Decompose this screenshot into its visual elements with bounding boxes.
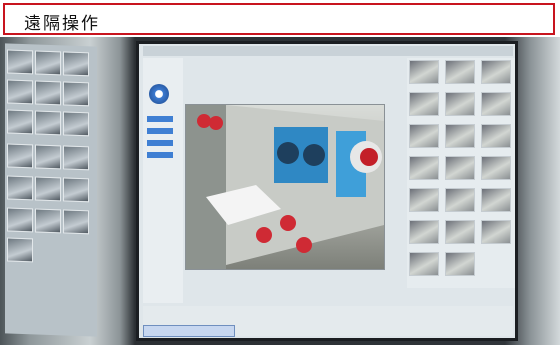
camera-thumbnail-icon[interactable] — [445, 60, 475, 84]
center-monitor-screen — [136, 41, 518, 341]
camera-thumbnail-icon — [63, 177, 89, 203]
camera-thumbnail-icon[interactable] — [481, 60, 511, 84]
camera-thumbnail-icon[interactable] — [445, 124, 475, 148]
camera-thumbnail-icon — [7, 49, 33, 75]
camera-thumbnail-icon — [35, 208, 61, 234]
camera-thumbnail-icon[interactable] — [481, 156, 511, 180]
camera-thumbnail-icon — [35, 176, 61, 202]
camera-thumbnail-icon[interactable] — [409, 124, 439, 148]
camera-thumbnail-icon[interactable] — [445, 188, 475, 212]
camera-thumbnail-icon[interactable] — [481, 220, 511, 244]
camera-thumbnail-icon[interactable] — [409, 252, 439, 276]
control-button[interactable] — [147, 128, 173, 134]
control-button[interactable] — [147, 116, 173, 122]
camera-thumbnail-icon — [35, 80, 61, 106]
left-monitor-thumbnail-grid — [5, 43, 97, 337]
camera-thumbnail-icon — [7, 109, 33, 135]
page-title: 遠隔操作 — [24, 14, 100, 34]
camera-thumbnail-icon — [7, 79, 33, 105]
menu-bar — [143, 46, 513, 56]
camera-thumbnail-icon — [7, 237, 33, 263]
camera-thumbnail-icon[interactable] — [481, 188, 511, 212]
laundromat-scene — [186, 105, 384, 269]
camera-thumbnail-icon — [63, 81, 89, 107]
camera-thumbnail-icon — [63, 51, 89, 77]
camera-thumbnail-icon[interactable] — [445, 220, 475, 244]
camera-thumbnail-icon — [63, 111, 89, 137]
camera-thumbnail-icon — [63, 145, 89, 171]
camera-thumbnail-icon[interactable] — [445, 252, 475, 276]
camera-thumbnail-icon[interactable] — [445, 156, 475, 180]
camera-thumbnail-icon — [35, 50, 61, 76]
camera-thumbnail-icon — [35, 144, 61, 170]
camera-thumbnail-icon[interactable] — [481, 124, 511, 148]
camera-thumbnail-icon[interactable] — [409, 92, 439, 116]
control-button[interactable] — [147, 152, 173, 158]
ptz-control-icon[interactable] — [149, 84, 169, 104]
camera-thumbnail-icon — [35, 110, 61, 136]
camera-thumbnail-icon — [63, 209, 89, 235]
camera-thumbnail-icon — [7, 207, 33, 233]
control-button[interactable] — [147, 140, 173, 146]
camera-thumbnail-icon[interactable] — [409, 156, 439, 180]
camera-thumbnail-icon[interactable] — [409, 220, 439, 244]
camera-thumbnail-icon — [7, 175, 33, 201]
camera-thumbnail-icon[interactable] — [481, 92, 511, 116]
taskbar-item[interactable] — [143, 325, 235, 337]
monitor-photo — [0, 37, 560, 345]
right-thumbnail-panel — [407, 58, 515, 288]
camera-thumbnail-icon — [7, 143, 33, 169]
main-camera-view[interactable] — [185, 104, 385, 270]
control-panel — [143, 58, 183, 303]
camera-thumbnail-icon[interactable] — [409, 188, 439, 212]
title-bar: 遠隔操作 — [3, 3, 555, 35]
camera-thumbnail-icon[interactable] — [409, 60, 439, 84]
camera-thumbnail-icon[interactable] — [445, 92, 475, 116]
